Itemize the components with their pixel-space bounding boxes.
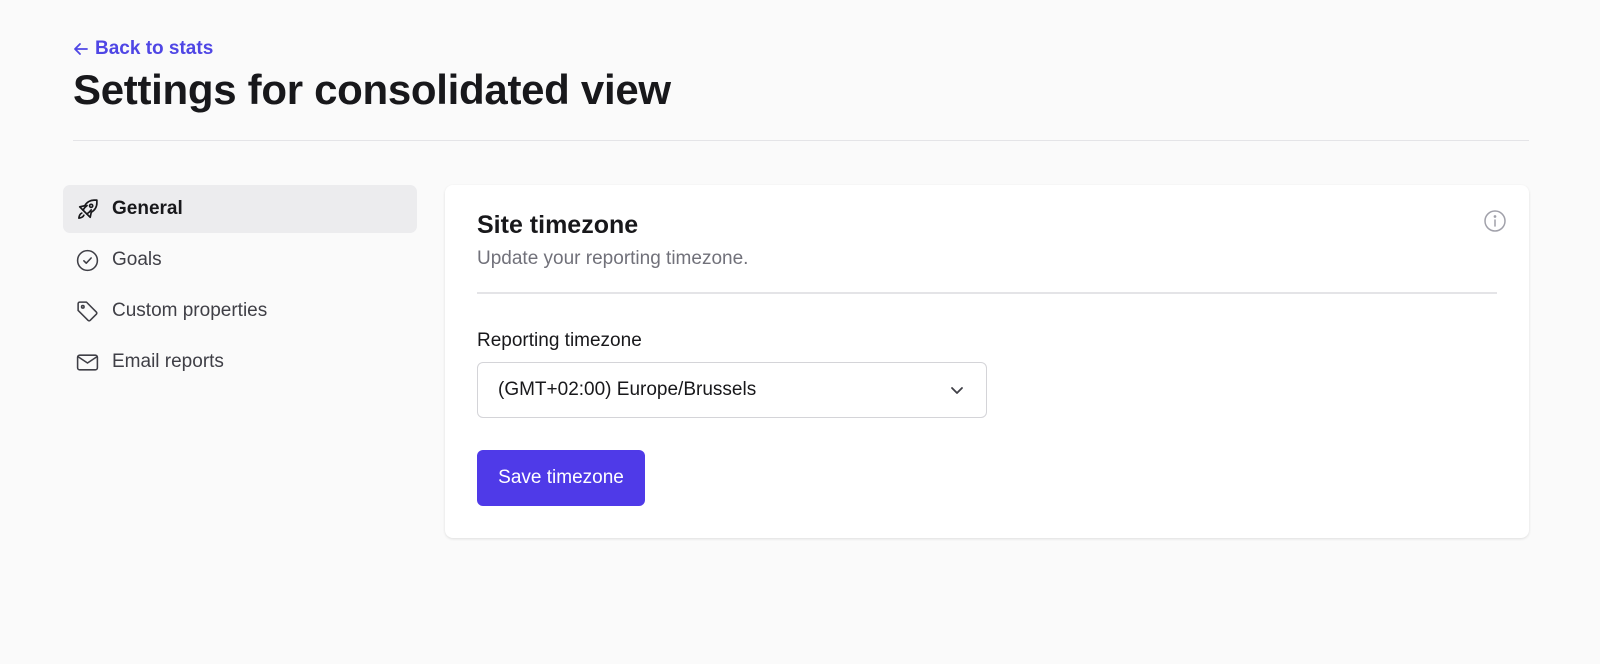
timezone-select-value: (GMT+02:00) Europe/Brussels bbox=[498, 379, 757, 400]
envelope-icon bbox=[75, 350, 100, 375]
sidebar-item-email-reports[interactable]: Email reports bbox=[63, 338, 417, 386]
reporting-timezone-label: Reporting timezone bbox=[477, 330, 642, 351]
sidebar-item-custom-properties[interactable]: Custom properties bbox=[63, 287, 417, 335]
check-circle-icon bbox=[75, 248, 100, 273]
settings-sidebar: General Goals Custom properties Email re… bbox=[63, 185, 417, 389]
card-subtitle: Update your reporting timezone. bbox=[477, 248, 749, 269]
title-divider bbox=[73, 140, 1529, 141]
rocket-icon bbox=[75, 197, 100, 222]
sidebar-item-label: Email reports bbox=[112, 351, 224, 372]
timezone-select[interactable]: (GMT+02:00) Europe/Brussels bbox=[477, 362, 987, 418]
site-timezone-card: Site timezone Update your reporting time… bbox=[445, 185, 1529, 538]
save-timezone-button[interactable]: Save timezone bbox=[477, 450, 645, 506]
card-title: Site timezone bbox=[477, 211, 639, 239]
arrow-left-icon bbox=[74, 43, 88, 55]
sidebar-item-label: General bbox=[112, 198, 183, 219]
sidebar-item-label: Custom properties bbox=[112, 300, 268, 321]
settings-page: Back to stats Settings for consolidated … bbox=[0, 0, 1600, 664]
tag-icon bbox=[75, 299, 100, 324]
chevron-down-icon bbox=[951, 387, 963, 394]
card-divider bbox=[477, 292, 1497, 294]
sidebar-item-general[interactable]: General bbox=[63, 185, 417, 233]
back-link-label: Back to stats bbox=[95, 38, 214, 59]
sidebar-item-label: Goals bbox=[112, 249, 162, 270]
info-icon[interactable] bbox=[1483, 209, 1507, 233]
page-title: Settings for consolidated view bbox=[73, 66, 671, 113]
back-to-stats-link[interactable]: Back to stats bbox=[73, 38, 213, 60]
sidebar-item-goals[interactable]: Goals bbox=[63, 236, 417, 284]
